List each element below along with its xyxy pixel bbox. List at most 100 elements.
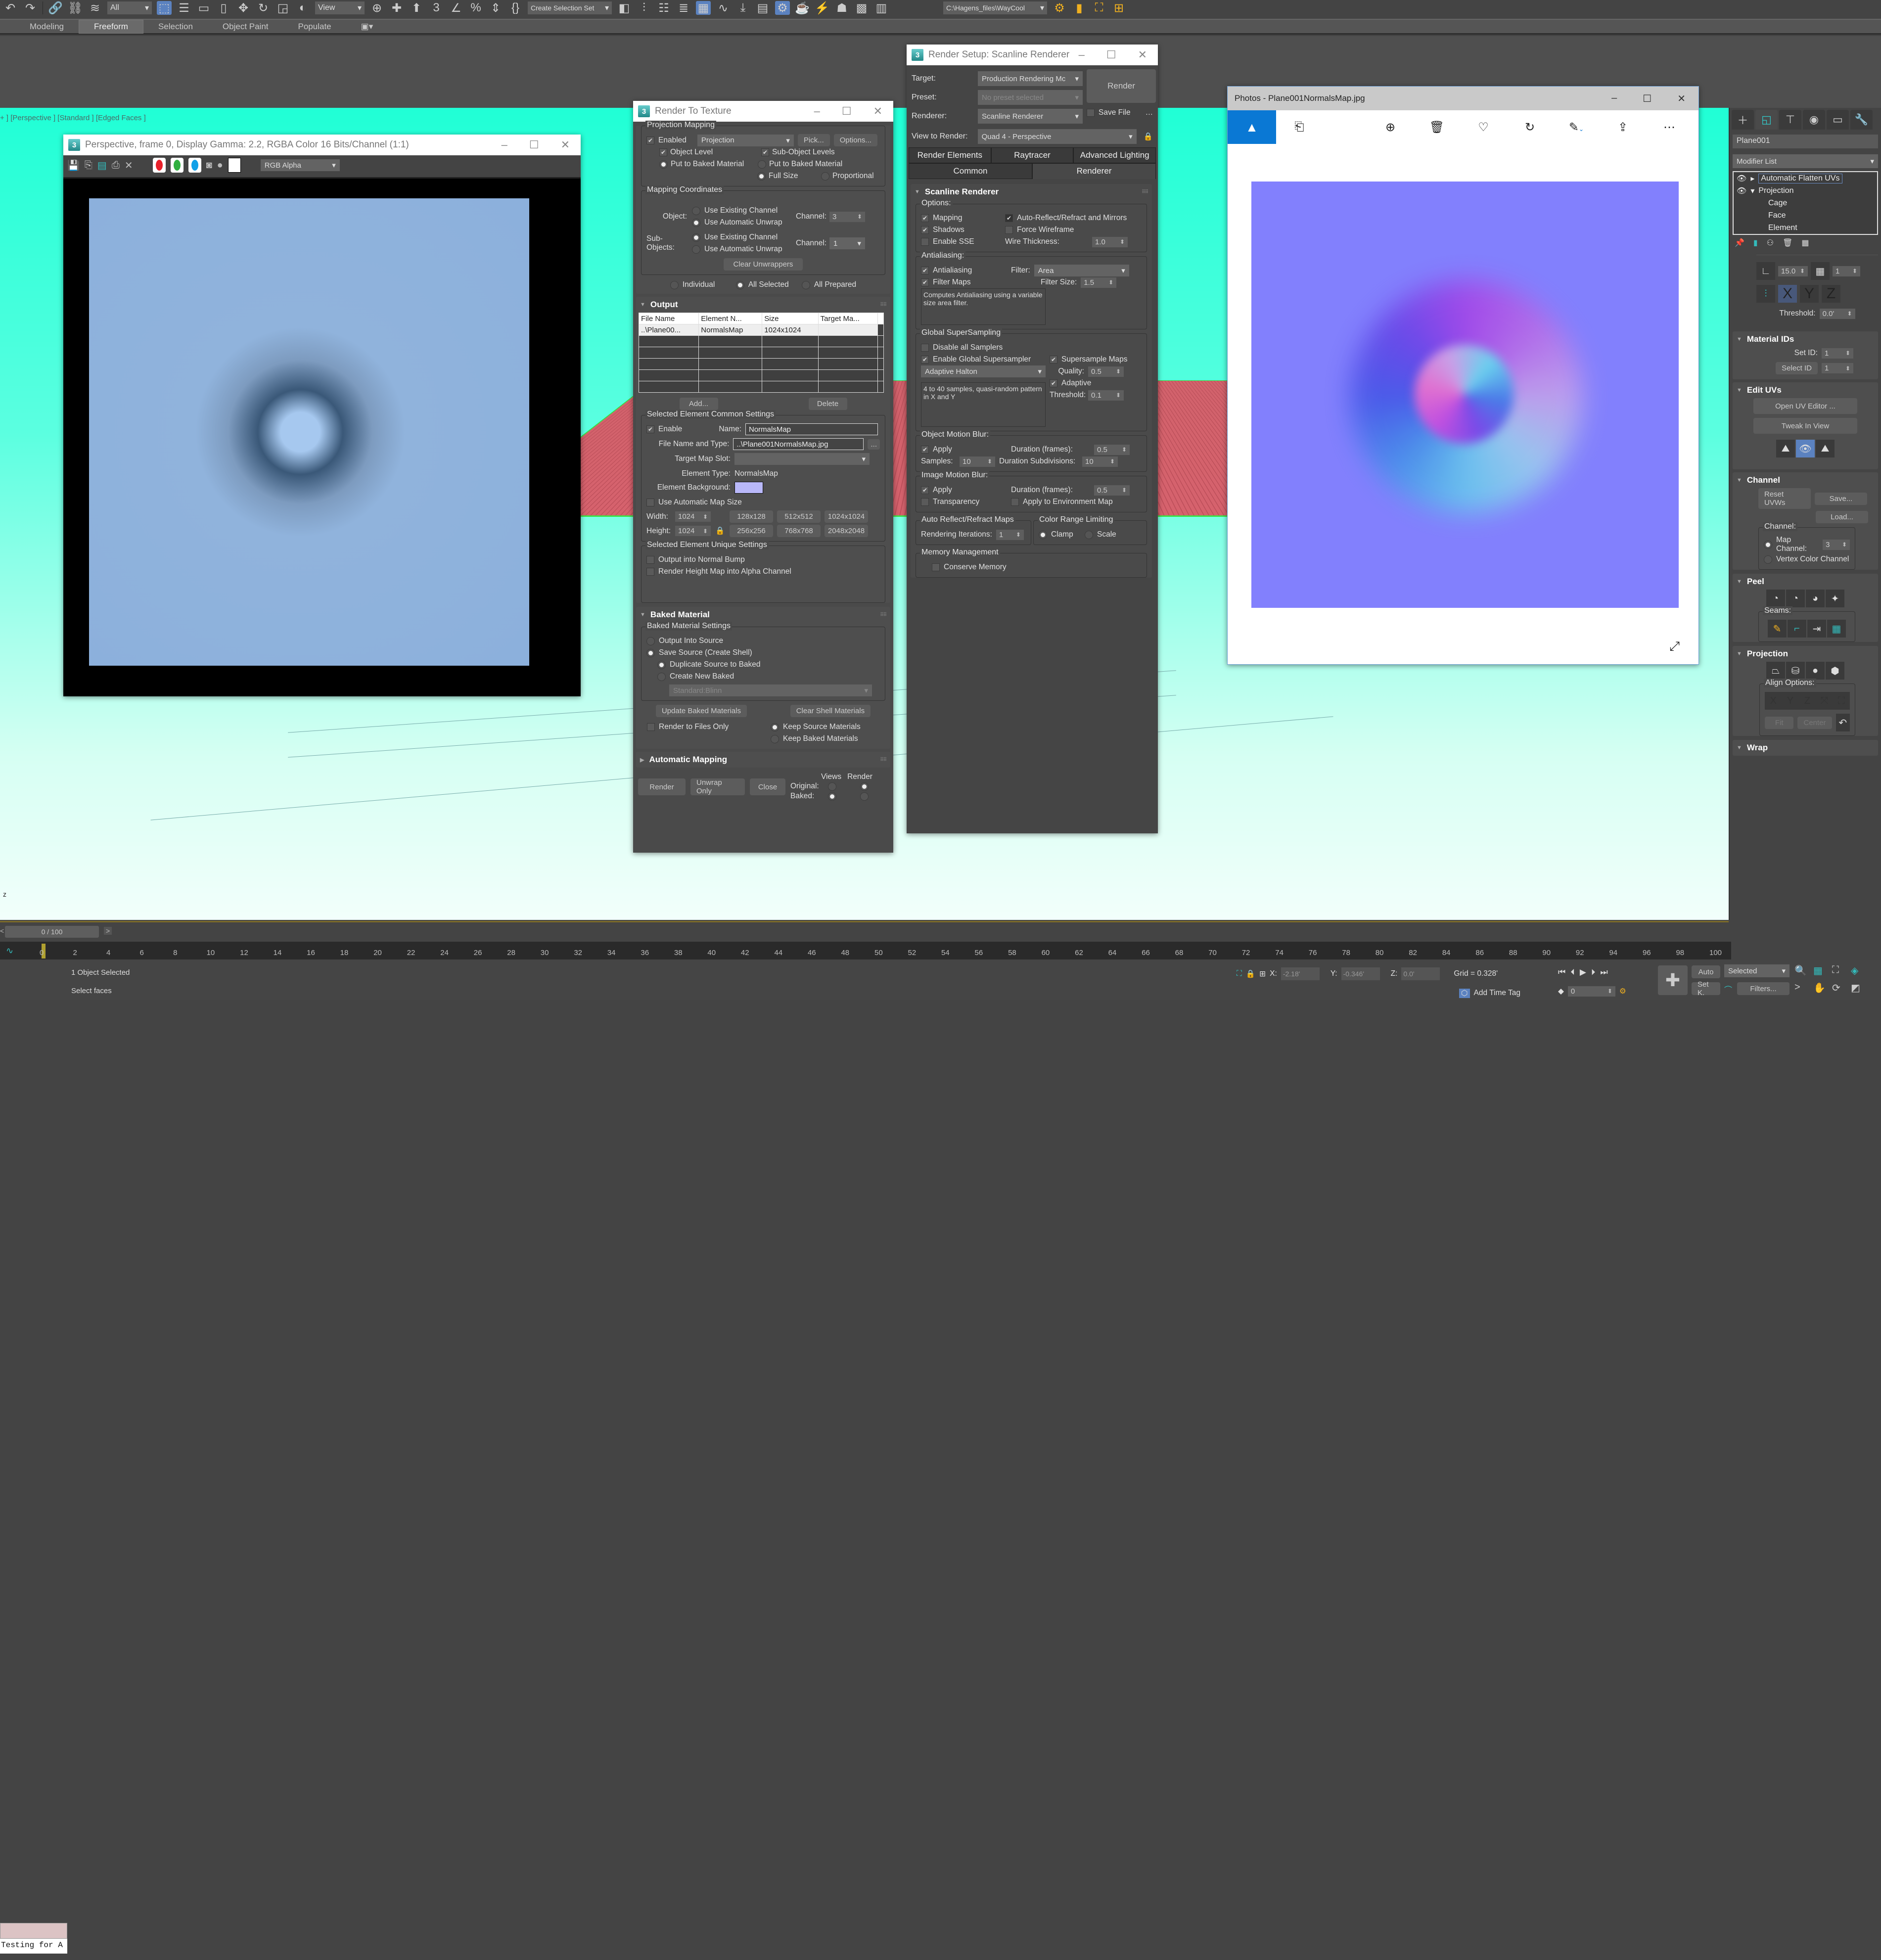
load-uvw-button[interactable]: Load... xyxy=(1816,511,1868,523)
grid-icon[interactable]: ▦ xyxy=(1811,262,1830,280)
maxscript-input[interactable]: Testing for A xyxy=(0,1939,67,1954)
go-to-start-icon[interactable]: ⏮ xyxy=(1558,967,1565,977)
blue-channel-toggle[interactable] xyxy=(188,158,201,173)
fit-button[interactable]: Fit xyxy=(1765,716,1794,729)
transparency-checkbox[interactable] xyxy=(921,498,929,506)
drag-grip-icon[interactable]: ⠿⠿ xyxy=(880,302,887,308)
height-spinner[interactable]: 1024 xyxy=(675,526,711,536)
ribbon-tab-object-paint[interactable]: Object Paint xyxy=(208,20,283,34)
align-y-icon[interactable]: Y xyxy=(1782,692,1799,710)
align-z-icon[interactable]: Z xyxy=(1798,692,1816,710)
maximize-icon[interactable]: ☐ xyxy=(1643,92,1652,105)
original-views-radio[interactable] xyxy=(828,782,836,791)
add-element-button[interactable]: Add... xyxy=(679,398,718,410)
open-uv-editor-button[interactable]: Open UV Editor ... xyxy=(1753,398,1857,414)
maximize-icon[interactable]: ☐ xyxy=(529,138,539,151)
curve-editor-icon[interactable]: ∿ xyxy=(716,1,731,15)
clear-image-icon[interactable]: ✕ xyxy=(125,159,133,172)
minimize-icon[interactable]: – xyxy=(1611,92,1617,105)
maximize-icon[interactable]: ☐ xyxy=(842,105,852,118)
supersample-maps-checkbox[interactable]: ✔ xyxy=(1050,356,1057,364)
prev-frame-button[interactable]: < xyxy=(0,927,4,935)
more-icon[interactable]: ⋯ xyxy=(1646,120,1693,135)
stack-item-automatic-flatten-uvs[interactable]: 👁 ▸ Automatic Flatten UVs xyxy=(1734,172,1877,184)
zoom-extents-all-icon[interactable]: ◈ xyxy=(1851,964,1870,977)
align-icon[interactable]: ⫶ xyxy=(1756,285,1775,303)
ribbon-tab-modeling[interactable]: Modeling xyxy=(15,20,79,34)
height-alpha-checkbox[interactable] xyxy=(646,568,654,576)
copy-image-icon[interactable]: ⎘ xyxy=(85,160,92,171)
quick-peel-icon[interactable]: ◔ xyxy=(1766,590,1785,607)
vertex-color-radio[interactable] xyxy=(1764,555,1772,564)
sub-use-existing-radio[interactable] xyxy=(692,233,700,242)
drag-grip-icon[interactable]: ⠿⠿ xyxy=(880,757,887,763)
automatic-mapping-header[interactable]: ▶ Automatic Mapping ⠿⠿ xyxy=(636,752,890,768)
projection-header[interactable]: ▼ Projection xyxy=(1733,646,1878,662)
full-size-radio[interactable] xyxy=(757,172,766,181)
material-editor-icon[interactable]: ▤ xyxy=(755,1,770,15)
project-tree-icon[interactable]: ⊞ xyxy=(1111,1,1126,15)
preset-2048-button[interactable]: 2048x2048 xyxy=(825,525,868,537)
output-rollout-header[interactable]: ▼ Output ⠿⠿ xyxy=(636,297,890,313)
x-axis-icon[interactable]: X xyxy=(1778,285,1797,303)
all-prepared-radio[interactable] xyxy=(801,280,810,289)
clear-shell-materials-button[interactable]: Clear Shell Materials xyxy=(790,705,871,717)
spinner-snap-icon[interactable]: ⇕ xyxy=(488,1,503,15)
share-icon[interactable]: ⇪ xyxy=(1600,120,1646,135)
angle-snap-icon[interactable]: ∠ xyxy=(449,1,463,15)
delete-element-button[interactable]: Delete xyxy=(808,398,847,410)
object-blur-apply-checkbox[interactable]: ✔ xyxy=(921,446,929,454)
shadows-checkbox[interactable]: ✔ xyxy=(921,226,929,234)
sub-auto-unwrap-radio[interactable] xyxy=(692,245,700,254)
target-map-slot-dropdown[interactable]: ▾ xyxy=(734,453,870,465)
preset-128-button[interactable]: 128x128 xyxy=(730,510,773,523)
isolate-selection-icon[interactable]: ⛶ xyxy=(1237,969,1242,978)
normal-bump-checkbox[interactable] xyxy=(646,556,654,564)
pin-stack-icon[interactable]: 📌 xyxy=(1735,238,1744,248)
rotate-icon[interactable]: ↻ xyxy=(256,1,271,15)
enable-element-checkbox[interactable]: ✔ xyxy=(646,425,654,433)
render-files-only-checkbox[interactable] xyxy=(647,723,655,731)
map-channel-radio[interactable] xyxy=(1764,540,1772,549)
scene-explorer-icon[interactable]: ☷ xyxy=(656,1,671,15)
render-setup-icon[interactable]: ⚙ xyxy=(775,1,790,15)
edit-uvs-header[interactable]: ▼ Edit UVs xyxy=(1733,382,1878,398)
save-file-checkbox[interactable] xyxy=(1087,109,1095,117)
select-id-spinner[interactable]: 1 xyxy=(1822,363,1853,373)
conserve-memory-checkbox[interactable] xyxy=(932,563,940,571)
tweak-in-view-button[interactable]: Tweak In View xyxy=(1753,418,1857,434)
create-new-baked-radio[interactable] xyxy=(657,672,666,681)
save-image-icon[interactable]: 💾 xyxy=(67,159,80,172)
track-bar[interactable]: ∿ 0 2 4 6 8 10 12 14 16 18 20 22 24 26 28 30 32 34 36 38 40 4… xyxy=(0,942,1731,959)
align-x-icon[interactable]: X xyxy=(1764,692,1782,710)
force-wireframe-checkbox[interactable] xyxy=(1005,226,1013,234)
add-to-album-icon[interactable]: ⎗ xyxy=(1276,120,1323,134)
hierarchy-tab-icon[interactable]: ⊤ xyxy=(1779,110,1801,130)
close-icon[interactable]: ✕ xyxy=(1138,48,1147,61)
named-selection-dropdown[interactable]: Create Selection Set ▾ xyxy=(528,1,612,14)
rtt-titlebar[interactable]: 3 Render To Texture – ☐ ✕ xyxy=(633,101,893,122)
baked-render-radio[interactable] xyxy=(860,792,869,801)
make-unique-icon[interactable]: ⚇ xyxy=(1767,238,1774,248)
ribbon-toggle-icon[interactable]: ▦ xyxy=(696,1,711,15)
zoom-extents-icon[interactable]: ⛶ xyxy=(1832,964,1851,977)
auto-map-size-checkbox[interactable] xyxy=(646,499,654,506)
tab-common[interactable]: Common xyxy=(909,163,1032,179)
maxscript-output[interactable] xyxy=(0,1923,67,1939)
set-key-button[interactable]: Set K. xyxy=(1692,980,1720,997)
play-icon[interactable]: ▶ xyxy=(1580,967,1586,977)
ribbon-tab-populate[interactable]: Populate xyxy=(283,20,346,34)
select-manipulate-icon[interactable]: ✚ xyxy=(389,1,404,15)
alpha-channel-icon[interactable]: ◙ xyxy=(206,160,212,171)
render-iterative-icon[interactable]: ☗ xyxy=(834,1,849,15)
align-icon[interactable]: ⫶ xyxy=(637,1,651,15)
render-setup-render-button[interactable]: Render xyxy=(1087,69,1156,103)
quick-planar-map-icon[interactable]: ⛰ xyxy=(1816,440,1835,457)
utilities-tab-icon[interactable]: 🔧 xyxy=(1850,110,1873,130)
object-channel-spinner[interactable]: 3 xyxy=(829,211,866,222)
display-tab-icon[interactable]: ▭ xyxy=(1827,110,1849,130)
ribbon-tab-freeform[interactable]: Freeform xyxy=(79,19,143,34)
time-slider-thumb[interactable]: 0 / 100 xyxy=(5,926,99,938)
view-to-render-dropdown[interactable]: Quad 4 - Perspective ▾ xyxy=(977,129,1137,144)
wire-thickness-spinner[interactable]: 1.0 xyxy=(1092,236,1128,247)
